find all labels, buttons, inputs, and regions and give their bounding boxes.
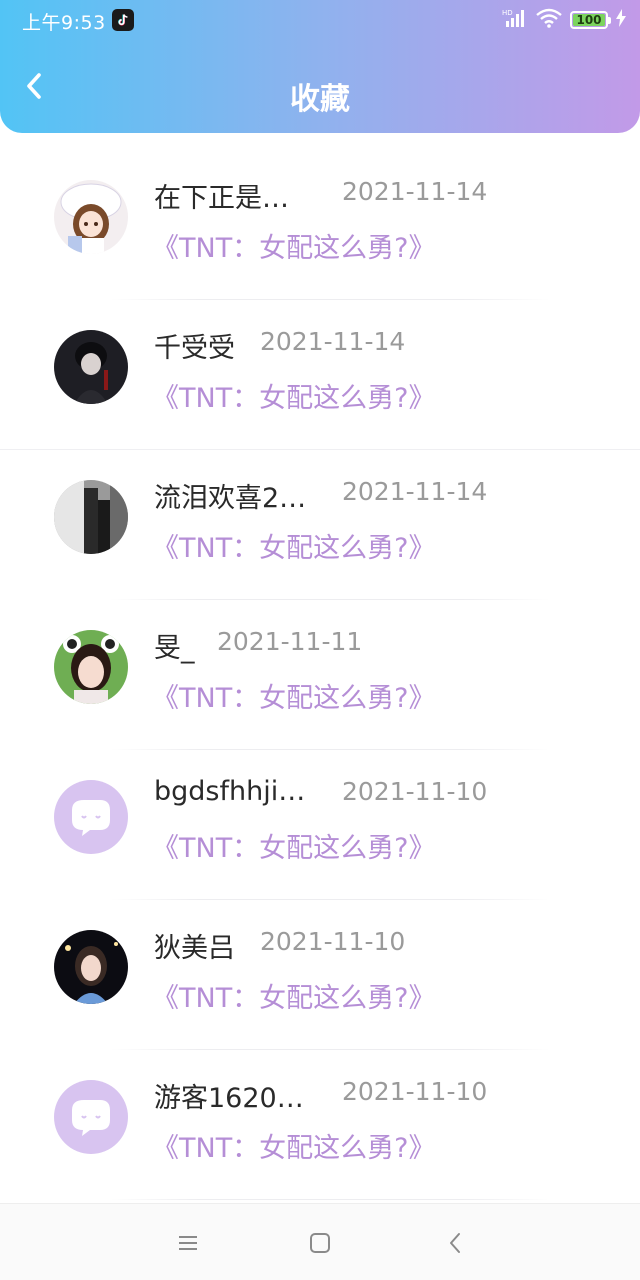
avatar: [54, 1080, 128, 1154]
page-title: 收藏: [290, 82, 350, 117]
book-title-link[interactable]: 《TNT：女配这么勇?》: [152, 226, 436, 265]
book-title-link[interactable]: 《TNT：女配这么勇?》: [152, 976, 436, 1015]
list-item[interactable]: 游客1620… 2021-11-10 《TNT：女配这么勇?》: [0, 1050, 640, 1200]
header-bar: 上午9:53 HD 100 收藏: [0, 0, 640, 133]
square-icon: [310, 1233, 330, 1253]
divider: [110, 1199, 550, 1200]
avatar: [54, 330, 128, 404]
date: 2021-11-14: [342, 177, 488, 206]
book-title-link[interactable]: 《TNT：女配这么勇?》: [152, 376, 436, 415]
date: 2021-11-10: [260, 927, 406, 956]
avatar: [54, 480, 128, 554]
favorites-list: 在下正是… 2021-11-14 《TNT：女配这么勇?》 千受受 2021-1…: [0, 150, 640, 1200]
list-item[interactable]: 狄美吕 2021-11-10 《TNT：女配这么勇?》: [0, 900, 640, 1050]
menu-button[interactable]: [173, 1228, 203, 1258]
battery-level: 100: [576, 13, 602, 27]
book-title-link[interactable]: 《TNT：女配这么勇?》: [152, 1126, 436, 1165]
username: 流泪欢喜2…: [154, 483, 307, 514]
book-title-link[interactable]: 《TNT：女配这么勇?》: [152, 526, 436, 565]
username: 千受受: [154, 333, 235, 364]
date: 2021-11-11: [217, 627, 363, 656]
list-item[interactable]: 旻_ 2021-11-11 《TNT：女配这么勇?》: [0, 600, 640, 750]
wifi-icon: [536, 8, 562, 32]
username: 狄美吕: [154, 933, 235, 964]
username: bgdsfhhji…: [154, 776, 306, 807]
charging-icon: [616, 9, 626, 31]
date: 2021-11-10: [342, 777, 488, 806]
tiktok-icon: [112, 9, 134, 31]
avatar: [54, 180, 128, 254]
home-button[interactable]: [305, 1228, 335, 1258]
list-item[interactable]: 流泪欢喜2… 2021-11-14 《TNT：女配这么勇?》: [0, 450, 640, 600]
status-bar: 上午9:53 HD 100: [0, 0, 640, 40]
list-item[interactable]: 在下正是… 2021-11-14 《TNT：女配这么勇?》: [0, 150, 640, 300]
list-item[interactable]: bgdsfhhji… 2021-11-10 《TNT：女配这么勇?》: [0, 750, 640, 900]
signal-icon: HD: [502, 8, 528, 32]
date: 2021-11-14: [342, 477, 488, 506]
chevron-left-icon: [450, 1233, 460, 1253]
menu-icon: [179, 1236, 197, 1250]
list-item[interactable]: 千受受 2021-11-14 《TNT：女配这么勇?》: [0, 300, 640, 450]
avatar: [54, 930, 128, 1004]
book-title-link[interactable]: 《TNT：女配这么勇?》: [152, 676, 436, 715]
avatar: [54, 630, 128, 704]
date: 2021-11-10: [342, 1077, 488, 1106]
date: 2021-11-14: [260, 327, 406, 356]
back-nav-button[interactable]: [440, 1228, 470, 1258]
avatar: [54, 780, 128, 854]
signal-hd-label: HD: [502, 9, 513, 17]
battery-icon: 100: [570, 11, 611, 29]
nav-bar: 收藏: [0, 56, 640, 136]
username: 在下正是…: [154, 183, 289, 214]
username: 游客1620…: [154, 1083, 304, 1114]
status-time: 上午9:53: [22, 12, 106, 34]
book-title-link[interactable]: 《TNT：女配这么勇?》: [152, 826, 436, 865]
system-nav-bar: [0, 1203, 640, 1280]
username: 旻_: [154, 633, 195, 664]
